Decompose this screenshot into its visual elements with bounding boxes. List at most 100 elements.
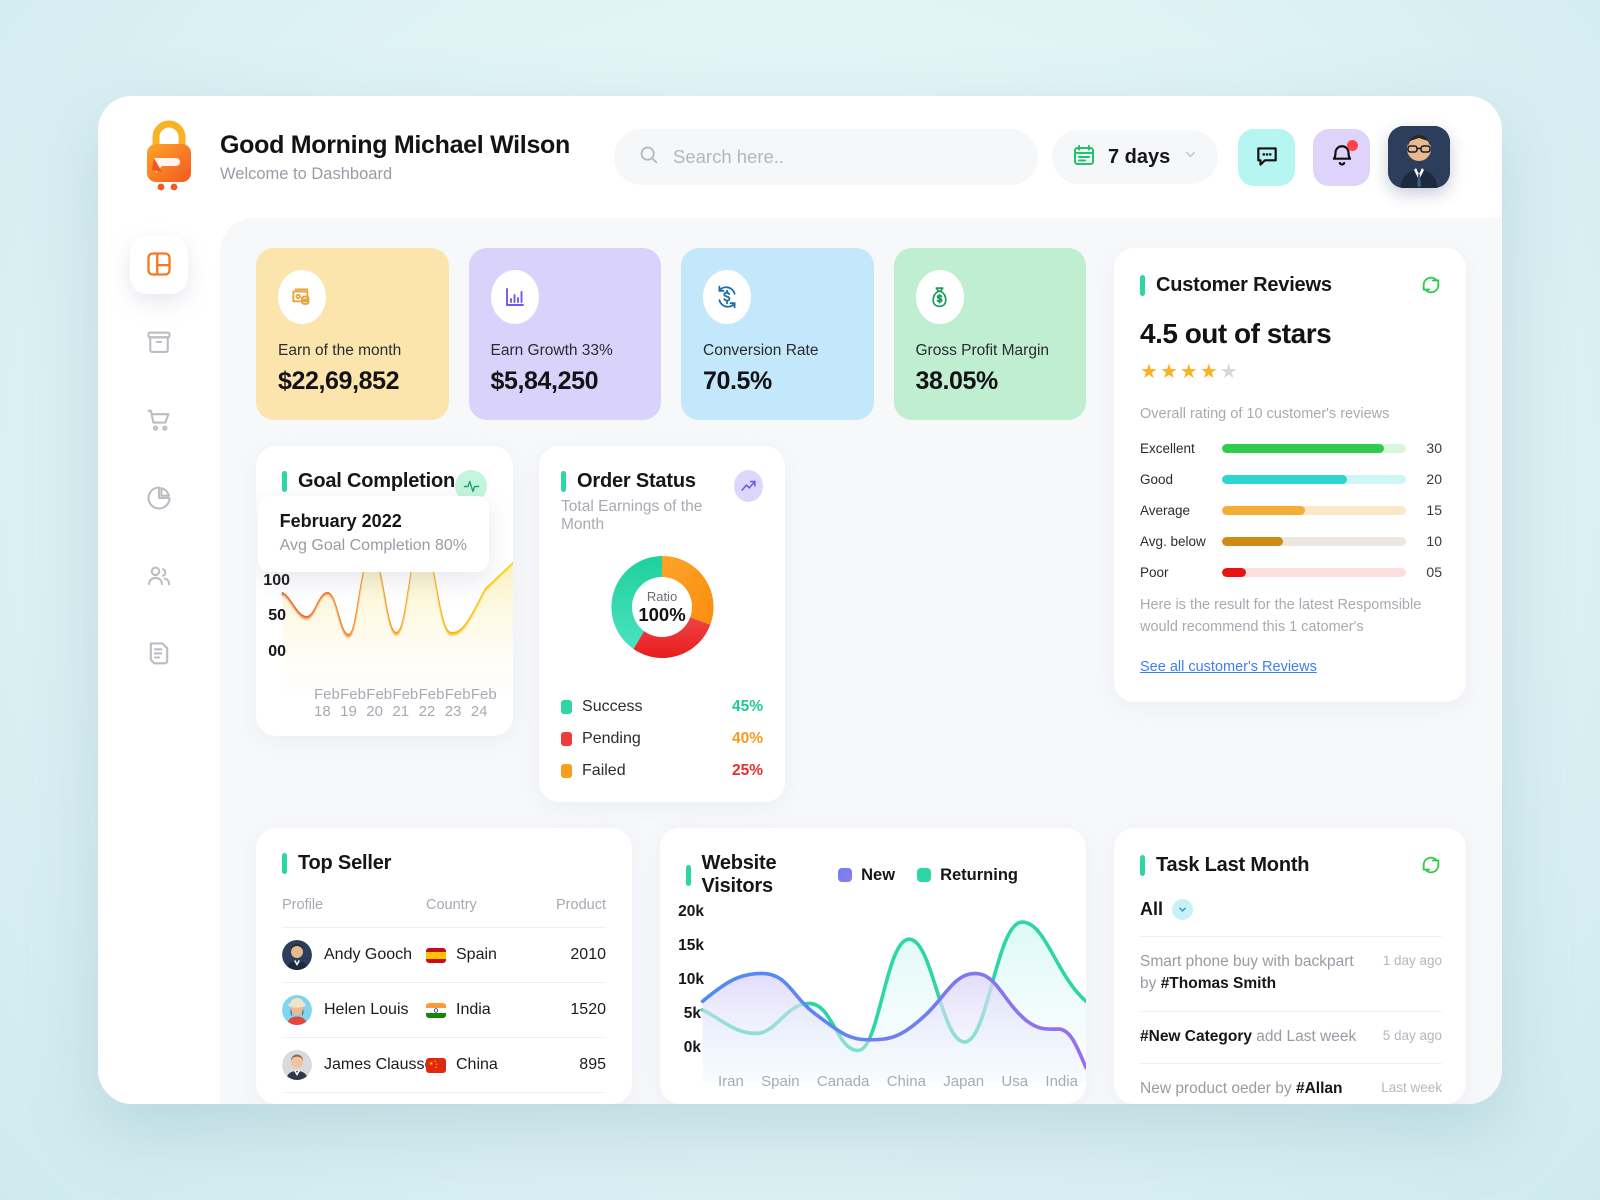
sidebar-item-orders[interactable] <box>130 392 188 450</box>
column-header-profile: Profile <box>282 897 324 913</box>
legend-item-new: New <box>838 866 895 885</box>
rating-bar-count: 05 <box>1426 564 1442 580</box>
rating-score: 4.5 out of stars <box>1140 318 1332 349</box>
chat-button[interactable] <box>1238 128 1295 186</box>
stat-value: $22,69,852 <box>278 367 400 395</box>
legend-color-swatch <box>561 700 573 714</box>
donut-center-title: Ratio <box>646 588 678 604</box>
accent-tick <box>561 471 567 492</box>
sidebar-item-products[interactable] <box>130 314 188 372</box>
seller-country: India <box>456 1001 491 1018</box>
task-description: Smart phone buy with backpart by #Thomas… <box>1140 953 1354 993</box>
stat-value: 38.05% <box>915 367 999 395</box>
refresh-icon[interactable] <box>1420 274 1442 301</box>
rating-bar-excellent: Excellent 30 <box>1140 440 1442 456</box>
upper-left-column: Earn of the month $22,69,852 Earn Growth… <box>256 248 1086 802</box>
legend-label: Failed <box>582 762 626 779</box>
stat-label: Gross Profit Margin <box>915 342 1050 359</box>
table-header: Profile Country Product <box>282 891 606 927</box>
tooltip-subtitle: Avg Goal Completion 80% <box>279 537 468 554</box>
search-icon <box>638 144 659 170</box>
seller-country: China <box>456 1056 498 1073</box>
stat-value: $5,84,250 <box>490 367 599 395</box>
donut-center-label: Ratio 100% <box>632 577 693 637</box>
task-last-month-card: Task Last Month All Smart phone buy with… <box>1114 828 1466 1104</box>
avatar <box>282 1050 312 1080</box>
money-bag-icon <box>915 270 964 324</box>
rating-bar-track <box>1222 567 1406 577</box>
stat-card-earn-of-the-month[interactable]: Earn of the month $22,69,852 <box>256 248 449 420</box>
seller-product-count: 2010 <box>570 946 606 963</box>
table-row[interactable]: Daniel Burroughs USA 620 <box>282 1092 606 1104</box>
pie-chart-icon <box>145 484 173 515</box>
task-timestamp: 5 day ago <box>1382 1027 1442 1043</box>
table-row[interactable]: Helen Louis India 1520 <box>282 982 606 1037</box>
column-header-product: Product <box>556 897 606 913</box>
flag-icon-china: ★ ★ ★ ★ <box>426 1057 446 1073</box>
avatar[interactable] <box>1388 126 1450 188</box>
table-row[interactable]: Andy Gooch Spain 2010 <box>282 927 606 982</box>
star-icon-filled: ★ <box>1199 361 1220 383</box>
rating-bar-good: Good 20 <box>1140 471 1442 487</box>
accent-tick <box>282 853 287 874</box>
accent-tick <box>686 864 691 886</box>
rating-bar-average: Average 15 <box>1140 502 1442 518</box>
sidebar-item-analytics[interactable] <box>130 470 188 528</box>
star-icon-empty: ★ <box>1219 361 1240 383</box>
legend-color-swatch <box>561 764 573 778</box>
rating-bar-fill <box>1222 567 1246 577</box>
seller-name: James Claussen <box>324 1056 443 1073</box>
star-icon-filled: ★ <box>1159 361 1180 383</box>
app-body: Earn of the month $22,69,852 Earn Growth… <box>98 218 1502 1104</box>
table-row[interactable]: James Claussen ★ ★ ★ ★ China 895 <box>282 1037 606 1092</box>
box-archive-icon <box>145 328 173 359</box>
greeting-subtitle: Welcome to Dashboard <box>220 164 393 183</box>
stat-card-earn-growth[interactable]: Earn Growth 33% $5,84,250 <box>468 248 661 420</box>
chevron-down-icon[interactable] <box>1172 899 1194 920</box>
chevron-down-icon[interactable] <box>1183 147 1198 167</box>
sidebar-item-customers[interactable] <box>130 548 188 606</box>
search-input[interactable] <box>673 146 1014 168</box>
stat-card-gross-profit-margin[interactable]: Gross Profit Margin 38.05% <box>893 248 1086 420</box>
see-all-reviews-link[interactable]: See all customer's Reviews <box>1140 659 1317 675</box>
flag-icon-spain <box>426 947 446 963</box>
goal-completion-card: Goal Completion February 2022 Avg Goal C… <box>256 446 514 736</box>
order-status-card: Order Status Total Earnings of the Month <box>539 446 786 802</box>
bar-chart-icon <box>490 270 539 324</box>
notification-badge <box>1347 139 1358 151</box>
rating-bar-track <box>1222 505 1406 515</box>
stat-label: Conversion Rate <box>703 342 819 359</box>
upper-row: Earn of the month $22,69,852 Earn Growth… <box>256 248 1466 802</box>
star-icon-filled: ★ <box>1140 361 1160 383</box>
date-range-picker[interactable]: 7 days <box>1052 130 1218 184</box>
refresh-icon[interactable] <box>1420 854 1442 881</box>
dashboard-grid-icon <box>145 250 173 281</box>
card-title: Goal Completion <box>298 470 456 492</box>
rating-bar-poor: Poor 05 <box>1140 564 1442 580</box>
notification-button[interactable] <box>1313 128 1370 186</box>
card-subtitle: Total Earnings of the Month <box>561 498 703 533</box>
review-note: Here is the result for the latest Respom… <box>1140 597 1422 635</box>
list-item[interactable]: Smart phone buy with backpart by #Thomas… <box>1140 936 1442 1011</box>
stat-value: 70.5% <box>703 367 772 395</box>
main-content: Earn of the month $22,69,852 Earn Growth… <box>220 218 1502 1104</box>
task-timestamp: Last week <box>1381 1080 1442 1096</box>
trend-up-arrow-icon[interactable] <box>733 470 764 502</box>
sidebar-item-dashboard[interactable] <box>130 236 188 294</box>
seller-product-count: 1520 <box>570 1001 606 1018</box>
seller-country: Spain <box>456 946 497 963</box>
legend-label: New <box>861 865 896 884</box>
sidebar-item-reports[interactable] <box>130 626 188 684</box>
rating-breakdown: Excellent 30 Good 20 Average 15 Avg. bel… <box>1140 440 1442 580</box>
avatar <box>282 940 312 970</box>
app-logo[interactable] <box>134 120 204 194</box>
seller-name: Andy Gooch <box>324 946 413 963</box>
list-item[interactable]: #New Category add Last week 5 day ago <box>1140 1010 1442 1063</box>
card-title: Customer Reviews <box>1156 274 1332 296</box>
list-item[interactable]: New product oeder by #Allan Last week <box>1140 1063 1442 1104</box>
search-bar[interactable] <box>614 129 1038 185</box>
rating-bar-fill <box>1222 474 1348 484</box>
dashboard-window: Good Morning Michael Wilson Welcome to D… <box>98 96 1502 1104</box>
task-filter-dropdown[interactable]: All <box>1140 899 1442 936</box>
stat-card-conversion-rate[interactable]: Conversion Rate 70.5% <box>681 248 874 420</box>
